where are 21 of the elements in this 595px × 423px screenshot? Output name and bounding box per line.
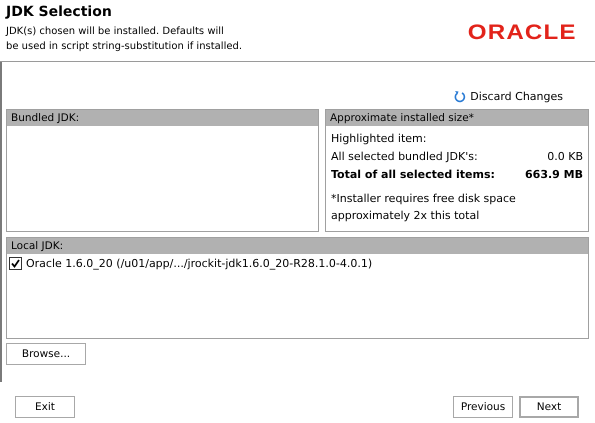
nav-button[interactable]: Next: [519, 396, 579, 418]
size-label: Total of all selected items:: [331, 167, 495, 183]
size-label: Highlighted item:: [331, 131, 426, 147]
description-text: JDK(s) chosen will be installed. Defaults will: [6, 25, 225, 39]
browse-button[interactable]: Browse...: [6, 343, 86, 365]
panel-header: Bundled JDK:: [7, 110, 318, 126]
page-title: JDK Selection: [6, 4, 113, 20]
size-label: All selected bundled JDK's:: [331, 149, 478, 165]
size-value: 0.0 KB: [547, 149, 583, 165]
panel-header: Approximate installed size*: [326, 110, 588, 126]
description-text: be used in script string-substitution if installed.: [6, 40, 242, 54]
checkbox[interactable]: [9, 257, 22, 270]
jdk-item-label[interactable]: Oracle 1.6.0_20 (/u01/app/.../jrockit-jdk1.6.0_20-R28.1.0-4.0.1): [26, 257, 372, 270]
logo: ORACLE: [468, 21, 577, 46]
refresh-icon: [454, 90, 466, 103]
note-text: *Installer requires free disk space approximately 2x this total: [331, 191, 517, 224]
discard-changes-link[interactable]: Discard Changes: [454, 90, 563, 103]
size-value: 663.9 MB: [525, 167, 583, 183]
nav-button[interactable]: Previous: [453, 396, 513, 418]
exit-button[interactable]: Exit: [15, 396, 75, 418]
panel-header: Local JDK:: [7, 238, 588, 254]
